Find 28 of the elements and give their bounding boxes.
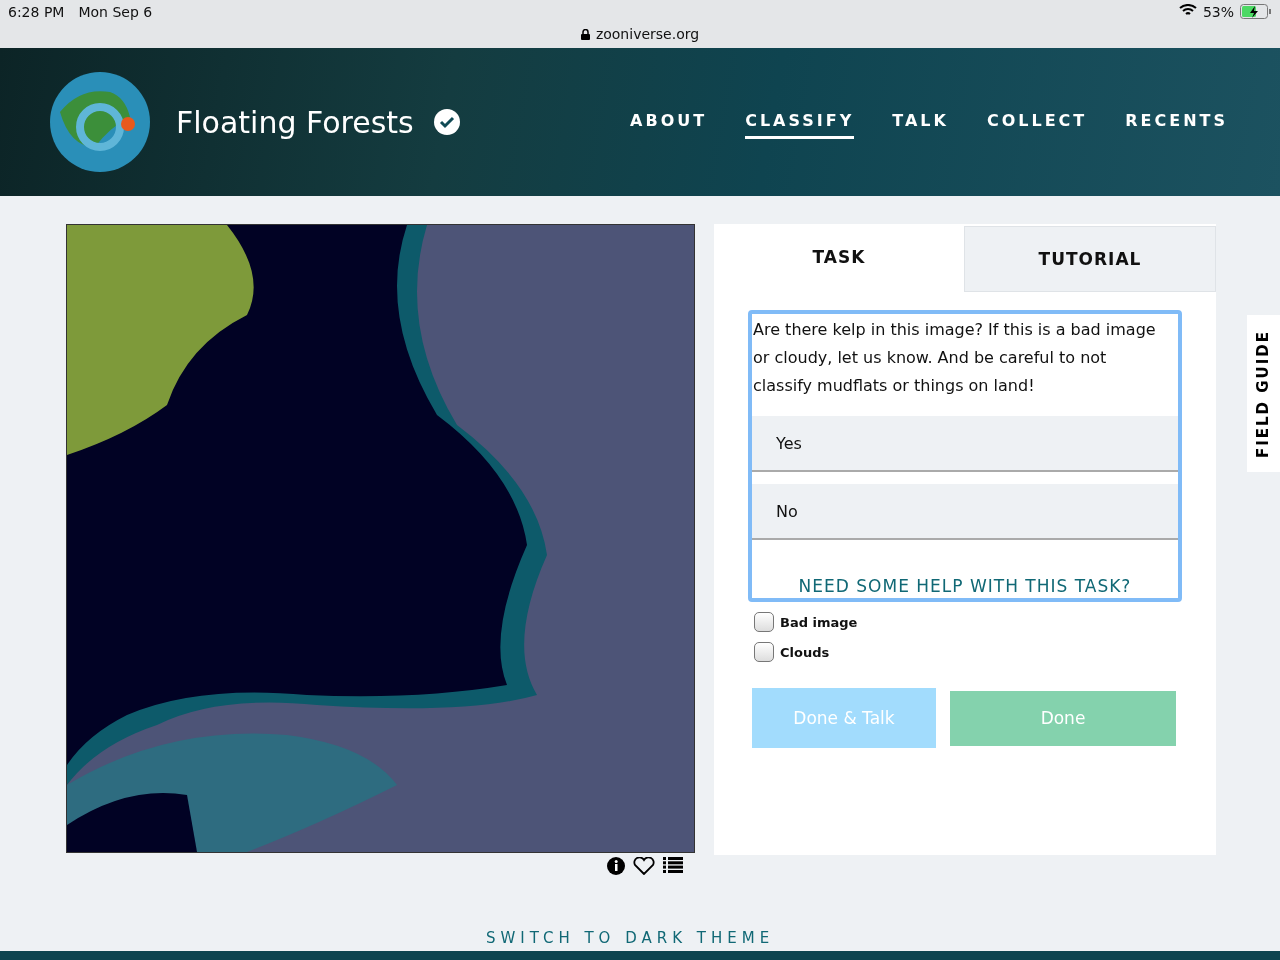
checkbox-label: Clouds: [780, 644, 830, 660]
project-logo-drawing[interactable]: [50, 72, 150, 172]
answer-button[interactable]: Yes: [752, 416, 1178, 472]
checkbox[interactable]: [754, 612, 774, 632]
battery-percent: 53%: [1202, 4, 1234, 20]
field-guide-tab[interactable]: FIELD GUIDE: [1247, 315, 1280, 472]
info-icon[interactable]: [607, 857, 625, 875]
nav-link[interactable]: RECENTS: [1125, 105, 1228, 139]
answer-button[interactable]: No: [752, 484, 1178, 540]
nav-link[interactable]: COLLECT: [986, 105, 1088, 139]
status-date: Mon Sep 6: [78, 4, 153, 22]
help-link[interactable]: NEED SOME HELP WITH THIS TASK?: [752, 552, 1178, 598]
panel-tab[interactable]: TUTORIAL: [964, 226, 1216, 292]
heart-icon[interactable]: [633, 857, 655, 875]
nav-link[interactable]: TALK: [892, 105, 949, 139]
address-bar[interactable]: zooniverse.org: [580, 26, 700, 48]
checkbox[interactable]: [754, 642, 774, 662]
status-time: 6:28 PM: [8, 4, 65, 22]
nav-link[interactable]: ABOUT: [630, 105, 708, 139]
wifi-icon: [1178, 4, 1197, 17]
project-title[interactable]: Floating Forests: [176, 104, 414, 140]
checkbox-label: Bad image: [780, 614, 858, 630]
task-question: Are there kelp in this image? If this is a bad image or cloudy, let us know. And be careful to not classify mudflats or things on land!: [752, 319, 1157, 397]
battery-icon: [1240, 4, 1272, 19]
list-icon[interactable]: [663, 857, 683, 873]
nav-link[interactable]: CLASSIFY: [745, 105, 855, 139]
lock-icon: [580, 28, 590, 40]
theme-toggle-link[interactable]: SWITCH TO DARK THEME: [485, 929, 775, 947]
